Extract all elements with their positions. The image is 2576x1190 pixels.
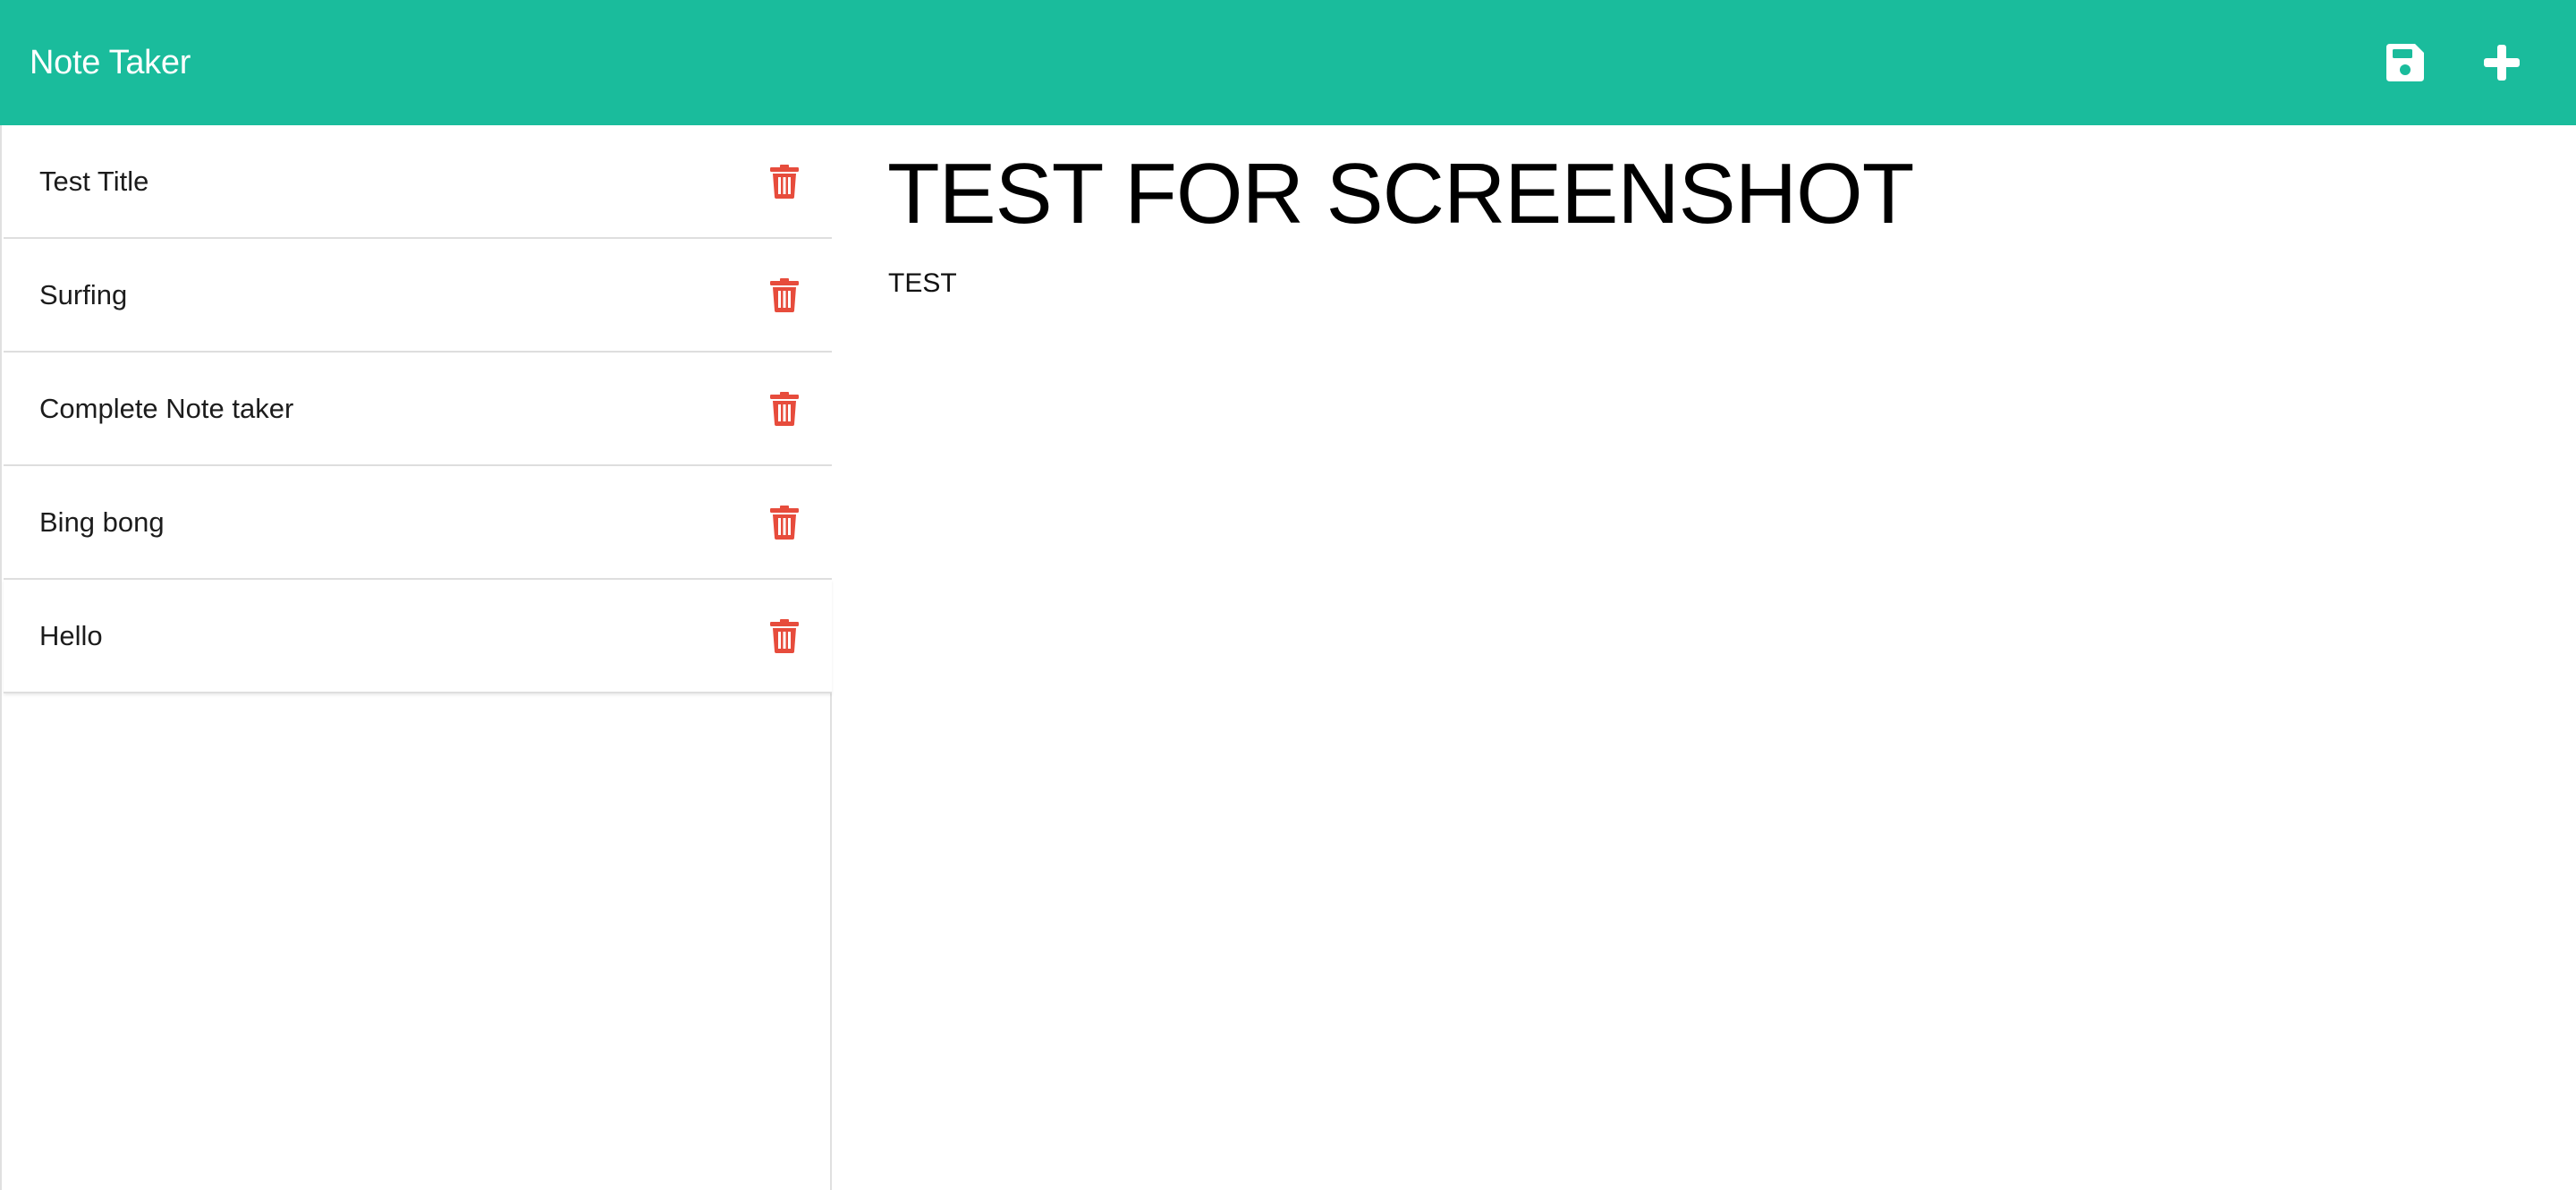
delete-note-button[interactable] (768, 352, 801, 465)
trash-icon (770, 277, 799, 312)
trash-icon (770, 391, 799, 426)
note-list-title: Bing bong (39, 506, 165, 538)
note-list-title: Complete Note taker (39, 392, 294, 424)
delete-note-button[interactable] (768, 579, 801, 693)
trash-icon (770, 618, 799, 653)
brand-link[interactable]: Note Taker (30, 0, 191, 125)
note-list: Test Title Surfing Complete Note taker B… (4, 125, 832, 693)
list-item[interactable]: Bing bong (4, 466, 832, 580)
trash-icon (770, 505, 799, 540)
note-text-area[interactable]: TEST (888, 268, 957, 299)
plus-icon (2484, 45, 2520, 81)
new-note-button[interactable] (2470, 0, 2533, 125)
navbar: Note Taker (0, 0, 2576, 125)
delete-note-button[interactable] (768, 238, 801, 352)
note-editor: TEST FOR SCREENSHOT TEST (834, 125, 2576, 1190)
list-item[interactable]: Test Title (4, 125, 832, 239)
note-list-title: Hello (39, 619, 103, 651)
list-item[interactable]: Complete Note taker (4, 353, 832, 466)
trash-icon (770, 164, 799, 199)
note-list-title: Test Title (39, 165, 149, 197)
list-item[interactable]: Surfing (4, 239, 832, 353)
note-list-title: Surfing (39, 278, 128, 310)
note-title-input[interactable]: TEST FOR SCREENSHOT (887, 145, 1914, 243)
floppy-disk-icon (2386, 44, 2424, 81)
note-list-sidebar: Test Title Surfing Complete Note taker B… (0, 125, 832, 1190)
list-item[interactable]: Hello (4, 580, 832, 693)
delete-note-button[interactable] (768, 124, 801, 238)
save-note-button[interactable] (2374, 0, 2436, 125)
delete-note-button[interactable] (768, 465, 801, 579)
